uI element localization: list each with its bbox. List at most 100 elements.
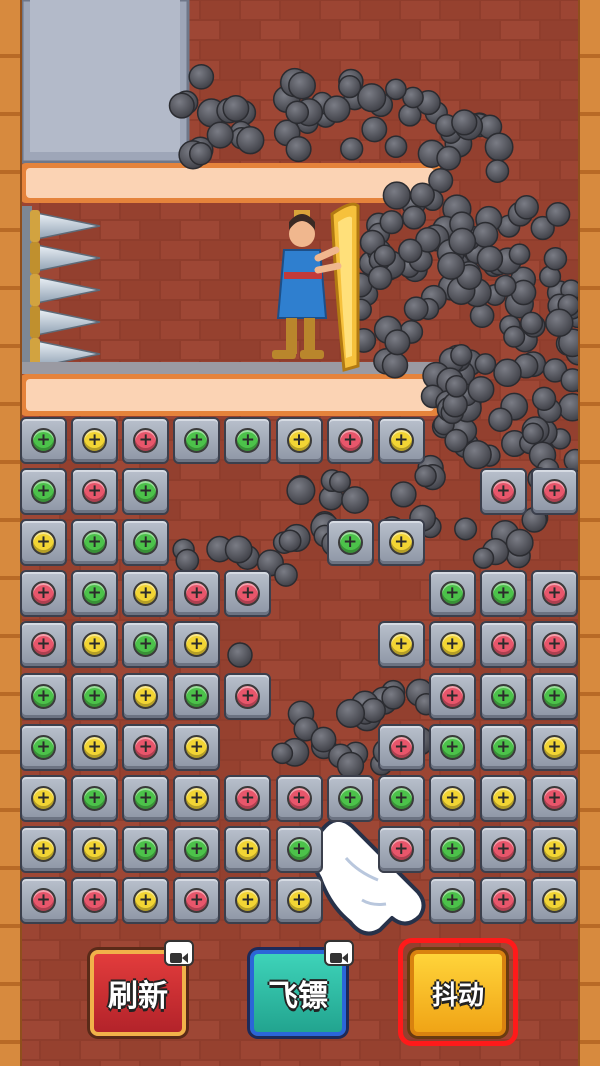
screw-yellow[interactable]: +	[388, 632, 414, 658]
screw-green[interactable]: +	[490, 734, 516, 760]
screw-tile[interactable]: +	[428, 825, 476, 873]
screw-tile[interactable]: +	[20, 672, 67, 720]
screw-tile[interactable]: +	[173, 825, 221, 873]
screw-green[interactable]: +	[439, 734, 465, 760]
screw-tile[interactable]: +	[173, 774, 221, 822]
screw-green[interactable]: +	[337, 530, 363, 556]
screw-tile[interactable]: +	[71, 570, 119, 618]
screw-green[interactable]: +	[235, 428, 261, 453]
screw-red[interactable]: +	[133, 734, 159, 760]
screw-yellow[interactable]: +	[31, 530, 56, 556]
screw-tile[interactable]: +	[275, 876, 323, 924]
screw-yellow[interactable]: +	[542, 734, 567, 760]
screw-tile[interactable]: +	[173, 621, 221, 669]
screw-tile[interactable]: +	[377, 825, 425, 873]
screw-red[interactable]: +	[31, 887, 56, 913]
screw-yellow[interactable]: +	[439, 785, 465, 811]
screw-red[interactable]: +	[82, 887, 108, 913]
screw-tile[interactable]: +	[479, 774, 527, 822]
screw-yellow[interactable]: +	[439, 632, 465, 658]
screw-tile[interactable]: +	[224, 417, 272, 464]
screw-red[interactable]: +	[542, 479, 567, 505]
screw-green[interactable]: +	[133, 785, 159, 811]
screw-yellow[interactable]: +	[82, 836, 108, 862]
screw-green[interactable]: +	[82, 530, 108, 556]
screw-green[interactable]: +	[82, 785, 108, 811]
screw-yellow[interactable]: +	[184, 632, 210, 658]
screw-tile[interactable]: +	[224, 570, 272, 618]
screw-red[interactable]: +	[235, 581, 261, 607]
screw-green[interactable]: +	[490, 683, 516, 709]
screw-red[interactable]: +	[235, 785, 261, 811]
screw-red[interactable]: +	[490, 632, 516, 658]
screw-tile[interactable]: +	[71, 774, 119, 822]
screw-tile[interactable]: +	[479, 825, 527, 873]
screw-yellow[interactable]: +	[286, 428, 312, 453]
screw-green[interactable]: +	[82, 683, 108, 709]
screw-red[interactable]: +	[235, 683, 261, 709]
screw-yellow[interactable]: +	[542, 887, 567, 913]
screw-tile[interactable]: +	[377, 519, 425, 567]
screw-green[interactable]: +	[133, 836, 159, 862]
screw-tile[interactable]: +	[71, 825, 119, 873]
screw-tile[interactable]: +	[224, 672, 272, 720]
screw-tile[interactable]: +	[326, 417, 374, 464]
screw-yellow[interactable]: +	[184, 785, 210, 811]
screw-tile[interactable]: +	[173, 876, 221, 924]
screw-red[interactable]: +	[133, 428, 159, 453]
screw-tile[interactable]: +	[71, 876, 119, 924]
screw-green[interactable]: +	[439, 836, 465, 862]
screw-tile[interactable]: +	[479, 672, 527, 720]
screw-tile[interactable]: +	[428, 570, 476, 618]
screw-tile[interactable]: +	[275, 774, 323, 822]
screw-red[interactable]: +	[31, 632, 56, 658]
screw-tile[interactable]: +	[326, 519, 374, 567]
screw-tile[interactable]: +	[326, 774, 374, 822]
screw-red[interactable]: +	[490, 887, 516, 913]
screw-tile[interactable]: +	[122, 417, 170, 464]
screw-tile[interactable]: +	[428, 672, 476, 720]
screw-yellow[interactable]: +	[133, 581, 159, 607]
screw-green[interactable]: +	[31, 734, 56, 760]
screw-tile[interactable]: +	[479, 621, 527, 669]
screw-tile[interactable]: +	[20, 468, 67, 516]
screw-tile[interactable]: +	[173, 723, 221, 771]
screw-tile[interactable]: +	[122, 570, 170, 618]
screw-red[interactable]: +	[542, 632, 567, 658]
screw-red[interactable]: +	[542, 581, 567, 607]
screw-red[interactable]: +	[31, 581, 56, 607]
dart-button[interactable]: 飞镖	[250, 940, 354, 1036]
screw-tile[interactable]: +	[531, 570, 578, 618]
screw-yellow[interactable]: +	[31, 785, 56, 811]
screw-tile[interactable]: +	[531, 468, 578, 516]
screw-tile[interactable]: +	[479, 570, 527, 618]
screw-tile[interactable]: +	[20, 774, 67, 822]
shake-button[interactable]: 抖动	[410, 950, 506, 1036]
screw-tile[interactable]: +	[224, 876, 272, 924]
screw-tile[interactable]: +	[377, 723, 425, 771]
screw-green[interactable]: +	[133, 530, 159, 556]
screw-tile[interactable]: +	[20, 723, 67, 771]
screw-tile[interactable]: +	[531, 825, 578, 873]
screw-green[interactable]: +	[490, 581, 516, 607]
screw-tile[interactable]: +	[224, 825, 272, 873]
screw-yellow[interactable]: +	[542, 836, 567, 862]
screw-tile[interactable]: +	[122, 621, 170, 669]
screw-red[interactable]: +	[337, 428, 363, 453]
screw-tile[interactable]: +	[71, 621, 119, 669]
screw-red[interactable]: +	[184, 581, 210, 607]
screw-tile[interactable]: +	[173, 417, 221, 464]
screw-tile[interactable]: +	[531, 723, 578, 771]
screw-yellow[interactable]: +	[490, 785, 516, 811]
screw-green[interactable]: +	[542, 683, 567, 709]
screw-red[interactable]: +	[286, 785, 312, 811]
screw-tile[interactable]: +	[224, 774, 272, 822]
screw-tile[interactable]: +	[71, 519, 119, 567]
screw-red[interactable]: +	[388, 836, 414, 862]
screw-green[interactable]: +	[133, 479, 159, 505]
screw-tile[interactable]: +	[377, 774, 425, 822]
screw-yellow[interactable]: +	[82, 428, 108, 453]
screw-red[interactable]: +	[82, 479, 108, 505]
screw-red[interactable]: +	[542, 785, 567, 811]
screw-green[interactable]: +	[31, 683, 56, 709]
